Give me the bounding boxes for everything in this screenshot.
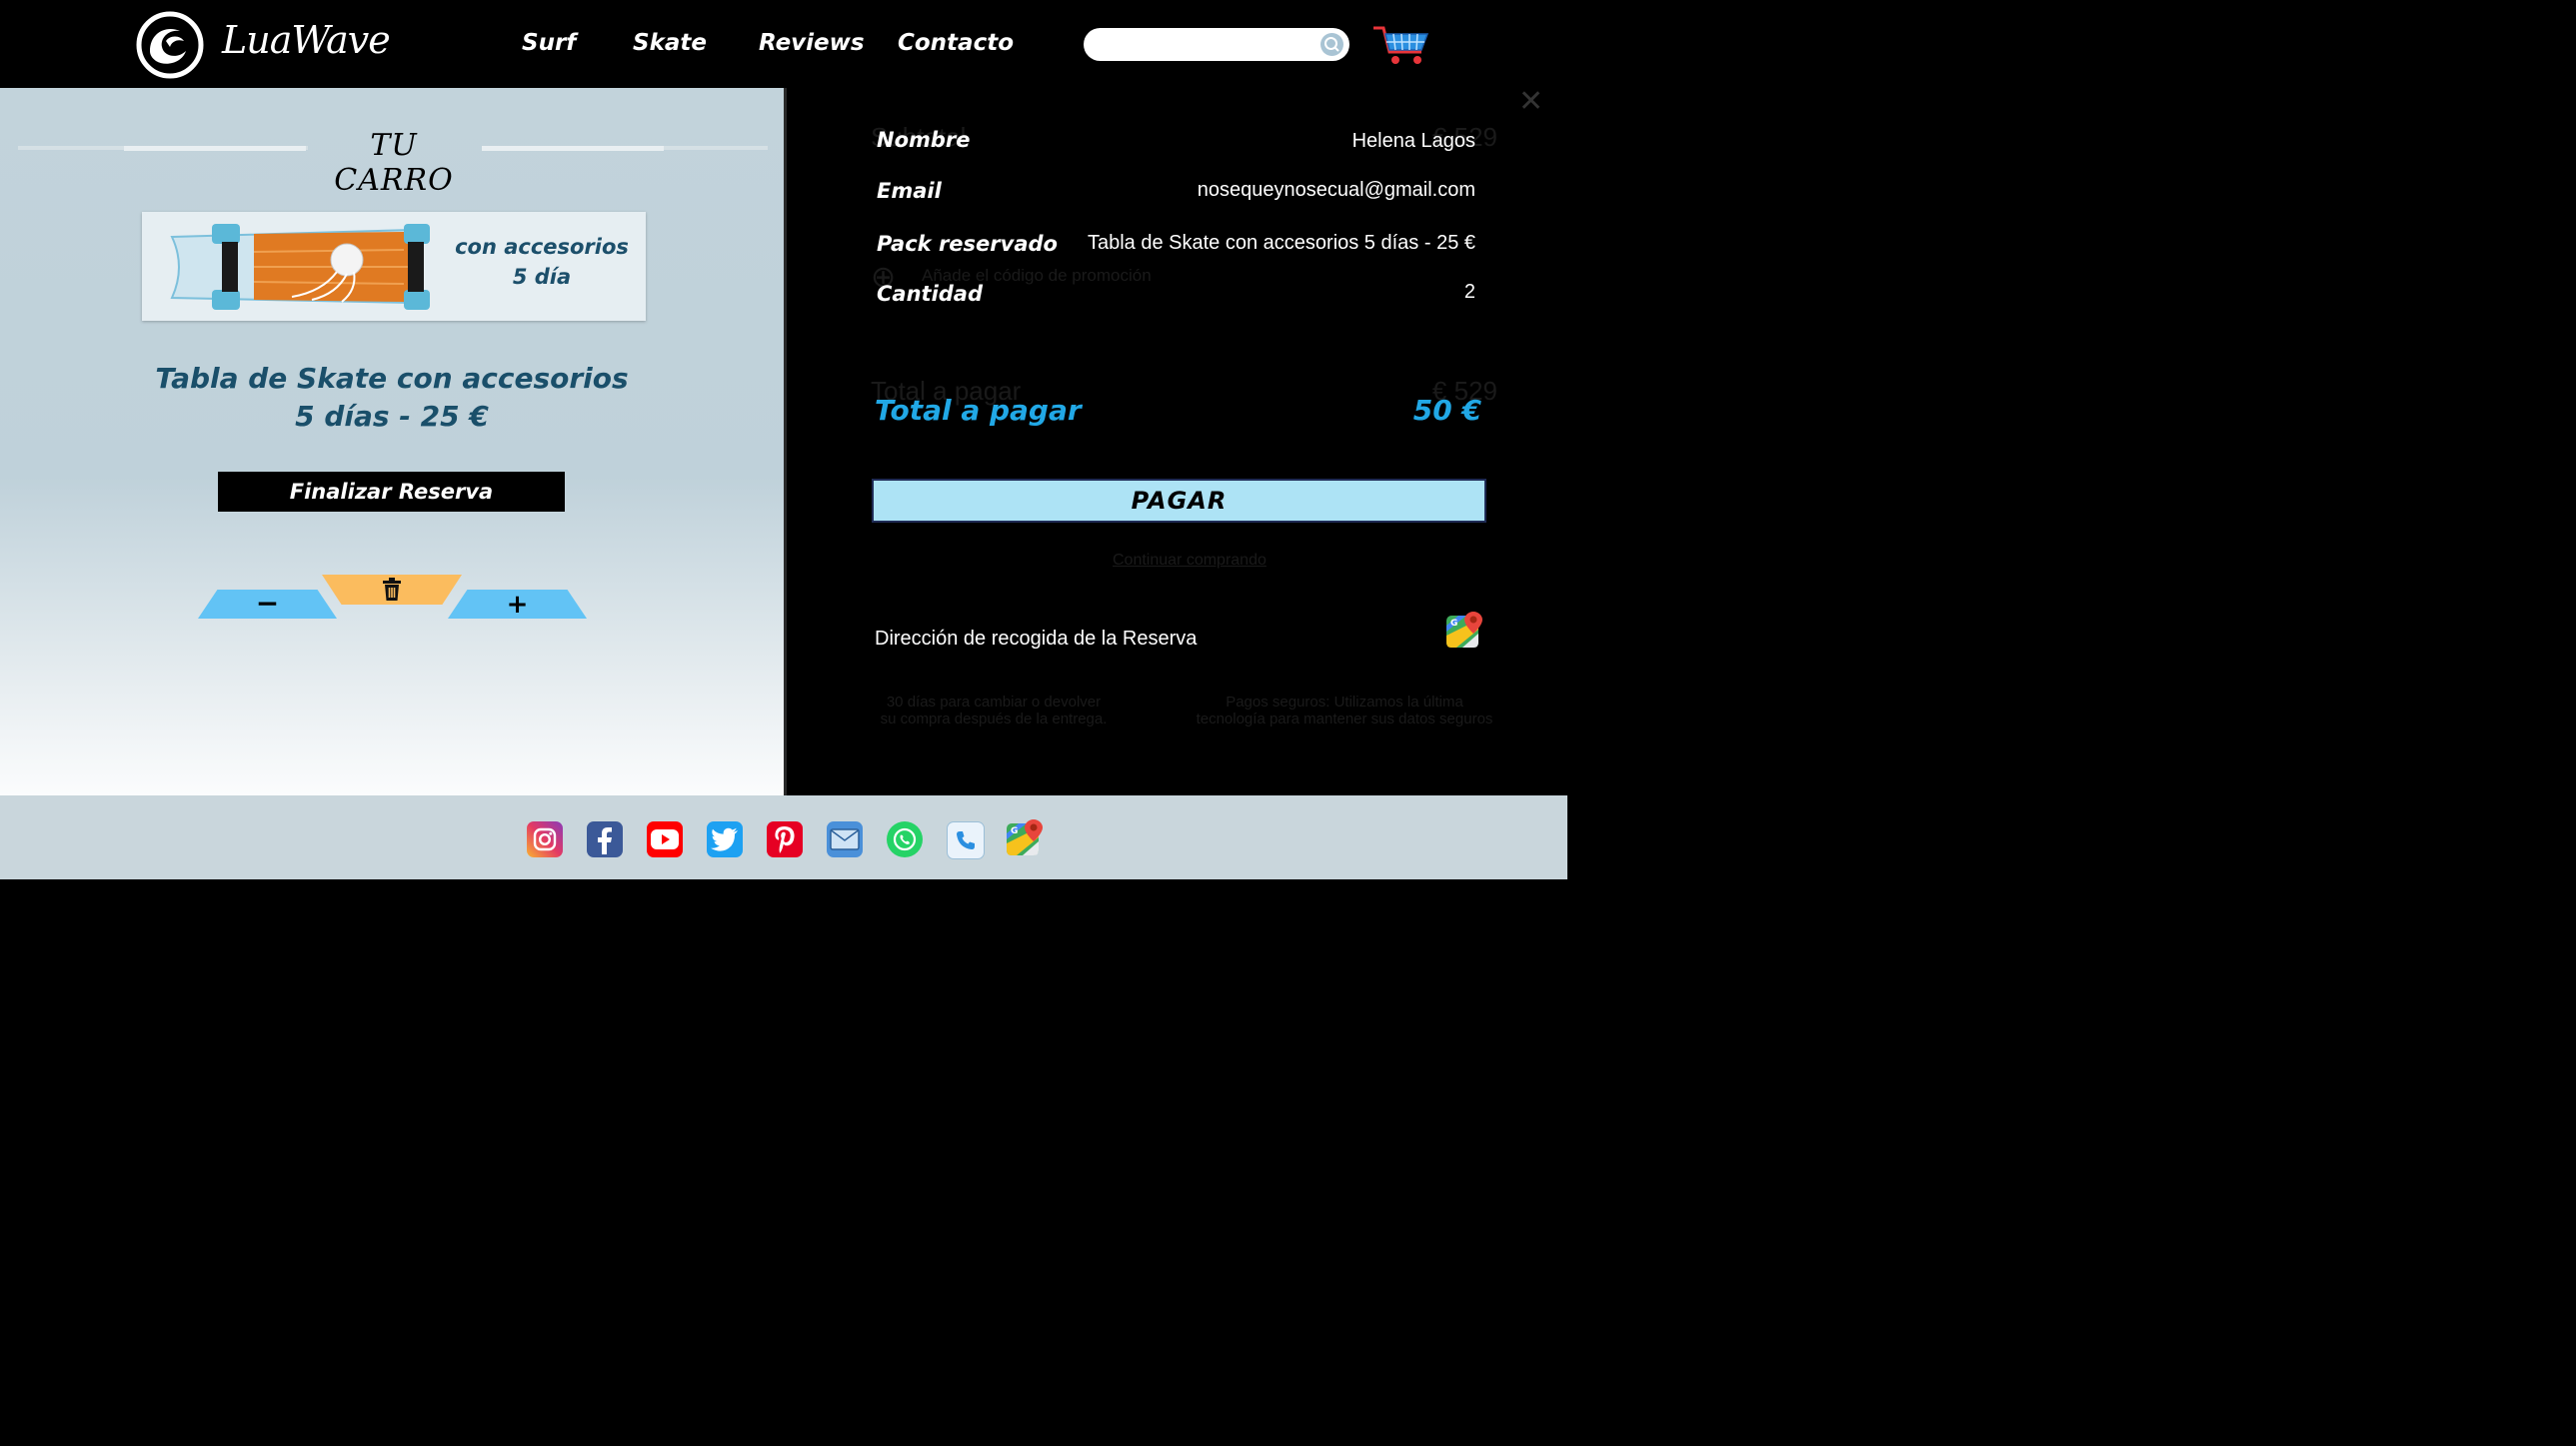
twitter-icon[interactable] (707, 821, 743, 857)
order-summary-panel: ✕ Subtotal € 529 ⊕ Añade el código de pr… (787, 84, 1567, 795)
nav-surf[interactable]: Surf (522, 30, 576, 56)
pickup-address-label: Dirección de recogida de la Reserva (875, 628, 1198, 650)
ghost-secure-payments: Pagos seguros: Utilizamos la última tecn… (1196, 694, 1493, 727)
whatsapp-icon[interactable] (887, 821, 923, 857)
title-divider-left-accent (124, 146, 306, 151)
nav-reviews[interactable]: Reviews (759, 30, 865, 56)
image-caption-line2: 5 día (512, 265, 572, 289)
trash-icon (383, 578, 401, 601)
email-label: Email (877, 179, 942, 203)
product-name: Tabla de Skate con accesorios 5 días - 2… (120, 360, 664, 436)
name-value: Helena Lagos (1351, 130, 1475, 152)
youtube-icon[interactable] (647, 821, 683, 857)
phone-icon[interactable] (947, 821, 985, 859)
increase-quantity-button[interactable]: + (448, 590, 587, 619)
finalize-reservation-button[interactable]: Finalizar Reserva (218, 472, 565, 512)
svg-text:G: G (1011, 826, 1018, 836)
email-icon[interactable] (827, 821, 863, 857)
brand-name[interactable]: LuaWave (222, 18, 391, 62)
shopping-cart-icon[interactable] (1371, 22, 1431, 66)
site-header: LuaWave Surf Skate Reviews Contacto (0, 0, 1567, 88)
google-maps-icon[interactable]: G (1005, 817, 1045, 857)
close-icon[interactable]: ✕ (1518, 84, 1543, 119)
pack-value: Tabla de Skate con accesorios 5 días - 2… (1087, 232, 1475, 254)
ghost-continue-shopping: Continuar comprando (1113, 552, 1267, 569)
search-input[interactable] (1084, 28, 1349, 61)
google-maps-icon[interactable]: G (1444, 610, 1484, 650)
skateboard-illustration (170, 224, 430, 310)
decrease-quantity-button[interactable]: − (198, 590, 337, 619)
pack-label: Pack reservado (877, 232, 1058, 256)
total-value: 50 € (1412, 394, 1481, 427)
name-label: Nombre (877, 128, 971, 152)
facebook-icon[interactable] (587, 821, 623, 857)
wave-logo-icon[interactable] (136, 11, 204, 79)
title-divider-right-accent (482, 146, 664, 151)
product-name-line2: 5 días - 25 € (295, 400, 489, 433)
cart-panel: TU CARRO con accesorios 5 día Tabla de S… (0, 88, 784, 795)
delete-item-button[interactable] (322, 575, 462, 605)
search-icon[interactable] (1320, 33, 1343, 56)
instagram-icon[interactable] (527, 821, 563, 857)
product-image-caption: con accesorios 5 día (452, 232, 632, 292)
ghost-returns: 30 días para cambiar o devolver su compr… (880, 694, 1108, 727)
quantity-label: Cantidad (877, 282, 984, 306)
product-name-line1: Tabla de Skate con accesorios (155, 362, 629, 395)
pinterest-icon[interactable] (767, 821, 803, 857)
nav-skate[interactable]: Skate (633, 30, 707, 56)
quantity-value: 2 (1463, 281, 1475, 303)
nav-contacto[interactable]: Contacto (898, 30, 1014, 56)
svg-text:G: G (1450, 619, 1457, 629)
cart-title: TU CARRO (334, 128, 454, 198)
pay-button[interactable]: PAGAR (874, 481, 1484, 521)
product-image: con accesorios 5 día (142, 212, 646, 321)
image-caption-line1: con accesorios (455, 235, 629, 259)
site-footer: G (0, 795, 1567, 879)
email-value: nosequeynosecual@gmail.com (1197, 179, 1475, 201)
total-label: Total a pagar (875, 394, 1082, 427)
